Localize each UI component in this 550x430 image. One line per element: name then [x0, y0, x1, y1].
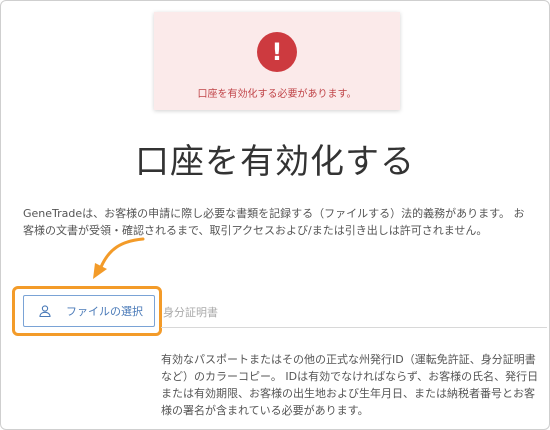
description-text: GeneTradeは、お客様の申請に際し必要な書類を記録する（ファイルする）法的…	[23, 207, 525, 237]
arrow-annotation-icon	[93, 237, 145, 279]
choose-file-button[interactable]: ファイルの選択	[23, 295, 155, 327]
exclamation-icon: !	[257, 32, 297, 72]
page-frame: ! 口座を有効化する必要があります。 口座を有効化する GeneTradeは、お…	[0, 0, 550, 430]
alert-banner: ! 口座を有効化する必要があります。	[154, 12, 400, 110]
page-title: 口座を有効化する	[135, 142, 415, 182]
alert-message: 口座を有効化する必要があります。	[197, 89, 357, 100]
id-document-field-placeholder[interactable]: 身分証明書	[163, 304, 218, 320]
choose-file-label: ファイルの選択	[66, 305, 143, 318]
field-underline	[161, 327, 547, 328]
user-icon	[39, 305, 51, 318]
requirement-text: 有効なパスポートまたはその他の正式な州発行ID（運転免許証、身分証明書など）のカ…	[161, 353, 539, 417]
